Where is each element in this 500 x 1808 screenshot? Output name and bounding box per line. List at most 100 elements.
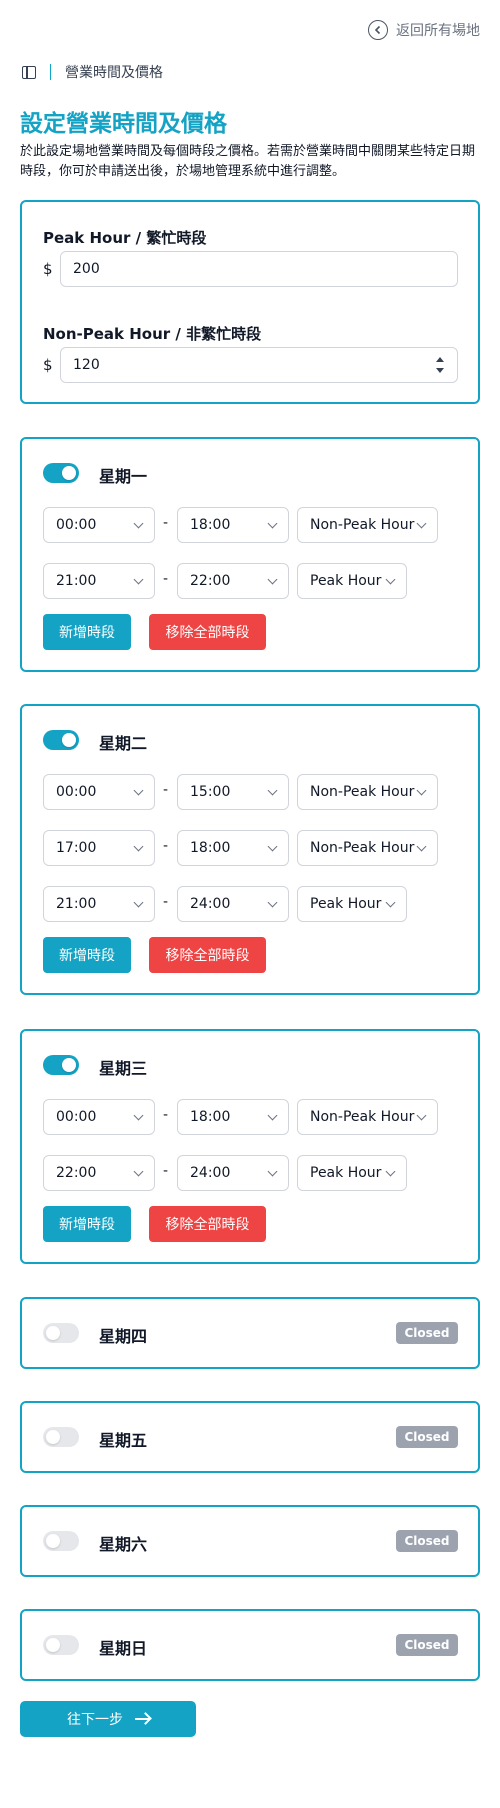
day-toggle-friday[interactable] [43, 1427, 79, 1447]
day-toggle-sunday[interactable] [43, 1635, 79, 1655]
slot-type-select[interactable]: Peak Hour [297, 563, 407, 599]
day-name: 星期三 [99, 1059, 148, 1078]
slot-type-select[interactable]: Non-Peak Hour [297, 830, 438, 866]
chevron-down-icon [385, 897, 396, 908]
day-card-wednesday: 星期三 00:00 - 18:00 Non-Peak Hour 22:00 - … [20, 1029, 480, 1264]
day-toggle-thursday[interactable] [43, 1323, 79, 1343]
chevron-left-icon [368, 20, 388, 40]
slot-type-value: Non-Peak Hour [310, 840, 415, 856]
nonpeak-price-input[interactable]: 120 [60, 347, 458, 383]
day-name: 星期四 [99, 1327, 148, 1346]
remove-all-slots-button[interactable]: 移除全部時段 [149, 1206, 266, 1242]
slot-end-select[interactable]: 18:00 [177, 1099, 289, 1135]
slot-end-value: 18:00 [190, 517, 231, 533]
slot-type-value: Peak Hour [310, 896, 382, 912]
day-card-tuesday: 星期二 00:00 - 15:00 Non-Peak Hour 17:00 - … [20, 704, 480, 995]
slot-start-select[interactable]: 22:00 [43, 1155, 155, 1191]
remove-all-slots-button[interactable]: 移除全部時段 [149, 937, 266, 973]
slot-start-select[interactable]: 00:00 [43, 774, 155, 810]
day-card-sunday: 星期日 Closed [20, 1609, 480, 1681]
day-toggle-saturday[interactable] [43, 1531, 79, 1551]
chevron-down-icon [416, 518, 427, 529]
chevron-down-icon [416, 1110, 427, 1121]
chevron-down-icon [133, 841, 144, 852]
remove-all-slots-button[interactable]: 移除全部時段 [149, 614, 266, 650]
chevron-down-icon [416, 785, 427, 796]
range-separator: - [163, 1163, 169, 1179]
slot-start-select[interactable]: 21:00 [43, 563, 155, 599]
slot-end-select[interactable]: 24:00 [177, 886, 289, 922]
slot-start-value: 00:00 [56, 517, 97, 533]
chevron-down-icon [133, 574, 144, 585]
add-slot-button[interactable]: 新增時段 [43, 1206, 131, 1242]
peak-price-input[interactable]: 200 [60, 251, 458, 287]
slot-start-select[interactable]: 00:00 [43, 507, 155, 543]
slot-end-select[interactable]: 15:00 [177, 774, 289, 810]
range-separator: - [163, 1107, 169, 1123]
slot-start-select[interactable]: 00:00 [43, 1099, 155, 1135]
chevron-down-icon [267, 1110, 278, 1121]
chevron-down-icon [267, 1166, 278, 1177]
slot-end-select[interactable]: 18:00 [177, 507, 289, 543]
slot-start-select[interactable]: 21:00 [43, 886, 155, 922]
slot-start-value: 21:00 [56, 896, 97, 912]
add-slot-button[interactable]: 新增時段 [43, 614, 131, 650]
number-stepper-icon[interactable] [435, 357, 445, 373]
next-step-button[interactable]: 往下一步 [20, 1701, 196, 1737]
slot-type-value: Non-Peak Hour [310, 784, 415, 800]
day-card-monday: 星期一 00:00 - 18:00 Non-Peak Hour 21:00 - … [20, 437, 480, 672]
slot-type-select[interactable]: Non-Peak Hour [297, 774, 438, 810]
next-step-label: 往下一步 [67, 1712, 123, 1728]
slot-start-value: 21:00 [56, 573, 97, 589]
slot-end-select[interactable]: 18:00 [177, 830, 289, 866]
slot-type-select[interactable]: Peak Hour [297, 886, 407, 922]
range-separator: - [163, 782, 169, 798]
back-label: 返回所有場地 [396, 23, 480, 39]
arrow-right-icon [135, 1718, 149, 1720]
peak-price-label: Peak Hour / 繁忙時段 [43, 229, 207, 247]
slot-type-select[interactable]: Non-Peak Hour [297, 1099, 438, 1135]
slot-start-value: 00:00 [56, 784, 97, 800]
day-name: 星期一 [99, 467, 148, 486]
chevron-down-icon [267, 897, 278, 908]
slot-end-select[interactable]: 24:00 [177, 1155, 289, 1191]
slot-start-value: 00:00 [56, 1109, 97, 1125]
chevron-down-icon [133, 1110, 144, 1121]
slot-end-value: 22:00 [190, 573, 231, 589]
back-to-venues-link[interactable]: 返回所有場地 [368, 20, 480, 40]
slot-end-value: 15:00 [190, 784, 231, 800]
pricing-card: Peak Hour / 繁忙時段 $ 200 Non-Peak Hour / 非… [20, 200, 480, 404]
day-name: 星期日 [99, 1639, 148, 1658]
chevron-down-icon [267, 841, 278, 852]
slot-start-value: 22:00 [56, 1165, 97, 1181]
peak-currency-symbol: $ [43, 260, 53, 278]
slot-type-select[interactable]: Peak Hour [297, 1155, 407, 1191]
slot-type-value: Peak Hour [310, 1165, 382, 1181]
chevron-down-icon [267, 574, 278, 585]
day-toggle-wednesday[interactable] [43, 1055, 79, 1075]
chevron-down-icon [133, 785, 144, 796]
slot-end-select[interactable]: 22:00 [177, 563, 289, 599]
chevron-down-icon [267, 785, 278, 796]
day-card-saturday: 星期六 Closed [20, 1505, 480, 1577]
slot-type-value: Peak Hour [310, 573, 382, 589]
range-separator: - [163, 515, 169, 531]
day-card-friday: 星期五 Closed [20, 1401, 480, 1473]
slot-end-value: 24:00 [190, 896, 231, 912]
breadcrumb-divider [50, 64, 51, 80]
day-name: 星期五 [99, 1431, 148, 1450]
slot-type-select[interactable]: Non-Peak Hour [297, 507, 438, 543]
day-toggle-tuesday[interactable] [43, 730, 79, 750]
chevron-down-icon [267, 518, 278, 529]
closed-badge: Closed [396, 1530, 458, 1552]
slot-type-value: Non-Peak Hour [310, 517, 415, 533]
chevron-down-icon [133, 1166, 144, 1177]
day-name: 星期六 [99, 1535, 148, 1554]
slot-start-select[interactable]: 17:00 [43, 830, 155, 866]
sidebar-toggle-icon[interactable] [22, 65, 36, 79]
slot-start-value: 17:00 [56, 840, 97, 856]
slot-end-value: 18:00 [190, 840, 231, 856]
day-toggle-monday[interactable] [43, 463, 79, 483]
add-slot-button[interactable]: 新增時段 [43, 937, 131, 973]
breadcrumb-current: 營業時間及價格 [65, 65, 163, 81]
